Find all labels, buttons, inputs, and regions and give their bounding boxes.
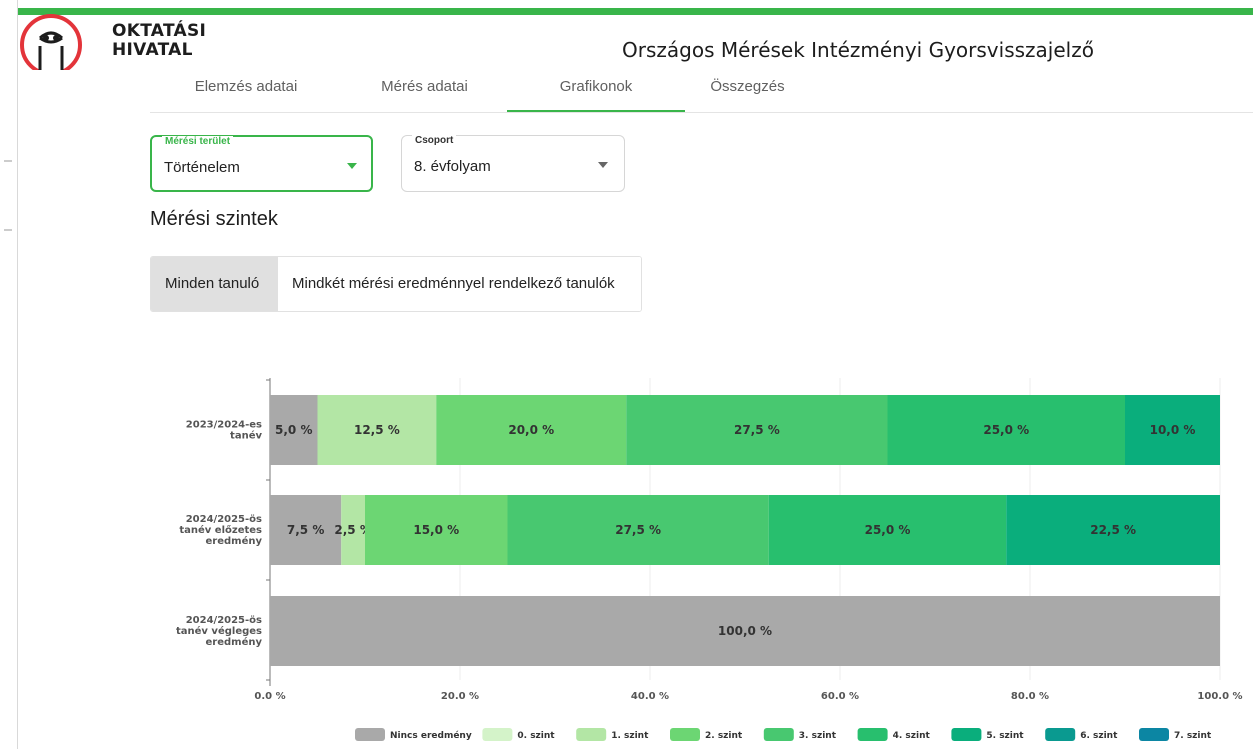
tab-bar: Elemzés adatai Mérés adatai Grafikonok Ö… — [150, 76, 1253, 113]
legend-swatch — [1139, 728, 1169, 741]
legend-swatch — [670, 728, 700, 741]
legend-swatch — [482, 728, 513, 741]
group-select-value: 8. évfolyam — [414, 158, 491, 175]
tab-elemzes-adatai[interactable]: Elemzés adatai — [150, 76, 342, 112]
section-title: Mérési szintek — [150, 208, 278, 230]
left-gutter — [0, 0, 18, 749]
legend-swatch — [951, 728, 982, 741]
area-select-label: Mérési terület — [162, 136, 234, 147]
data-label: 5,0 % — [275, 423, 312, 437]
category-label: 2024/2025-ös — [186, 615, 262, 626]
data-label: 100,0 % — [718, 624, 772, 638]
category-label: 2023/2024-es — [186, 420, 262, 431]
data-label: 27,5 % — [734, 423, 780, 437]
category-label: eredmény — [206, 636, 263, 648]
data-label: 25,0 % — [983, 423, 1029, 437]
data-label: 20,0 % — [508, 423, 554, 437]
data-label: 7,5 % — [287, 523, 324, 537]
tab-osszegzes[interactable]: Összegzés — [685, 76, 810, 112]
data-label: 12,5 % — [354, 423, 400, 437]
legend-label: 5. szint — [986, 731, 1024, 741]
tab-grafikonok[interactable]: Grafikonok — [507, 76, 685, 112]
legend-label: 0. szint — [517, 731, 555, 741]
area-select[interactable]: Mérési terület Történelem — [150, 135, 373, 192]
legend-label: 3. szint — [799, 731, 837, 741]
chevron-down-icon[interactable] — [347, 163, 357, 169]
area-select-value: Történelem — [164, 159, 240, 176]
data-label: 10,0 % — [1150, 423, 1196, 437]
legend-swatch — [355, 728, 385, 741]
legend-label: Nincs eredmény — [390, 730, 472, 741]
legend-label: 4. szint — [893, 731, 931, 741]
logo-text: OKTATÁSI HIVATAL — [112, 22, 206, 60]
group-select-label: Csoport — [412, 135, 457, 146]
logo-line-2: HIVATAL — [112, 40, 193, 60]
x-tick-label: 80.0 % — [1011, 691, 1049, 702]
gutter-mark — [4, 160, 12, 162]
legend-label: 2. szint — [705, 731, 743, 741]
legend-swatch — [763, 728, 794, 741]
chevron-down-icon[interactable] — [598, 162, 608, 168]
x-tick-label: 100.0 % — [1197, 691, 1242, 702]
toggle-both-results[interactable]: Mindkét mérési eredménnyel rendelkező ta… — [278, 257, 641, 311]
x-tick-label: 40.0 % — [631, 691, 669, 702]
x-tick-label: 0.0 % — [254, 691, 285, 702]
app-title: Országos Mérések Intézményi Gyorsvisszaj… — [622, 38, 1094, 62]
student-filter-toggle: Minden tanuló Mindkét mérési eredménnyel… — [150, 256, 642, 312]
logo-line-1: OKTATÁSI — [112, 21, 207, 41]
legend-swatch — [857, 728, 888, 741]
legend-label: 6. szint — [1080, 731, 1118, 741]
data-label: 27,5 % — [615, 523, 661, 537]
category-label: eredmény — [206, 535, 263, 547]
category-label: tanév előzetes — [179, 524, 262, 536]
tab-meres-adatai[interactable]: Mérés adatai — [342, 76, 507, 112]
owl-logo-icon[interactable] — [18, 12, 88, 82]
category-label: tanév — [230, 430, 262, 442]
legend-label: 1. szint — [611, 731, 649, 741]
data-label: 25,0 % — [865, 523, 911, 537]
gutter-mark — [4, 229, 12, 231]
category-label: 2024/2025-ös — [186, 514, 262, 525]
data-label: 15,0 % — [413, 523, 459, 537]
toggle-all-students[interactable]: Minden tanuló — [151, 257, 278, 311]
legend-swatch — [1045, 728, 1076, 741]
levels-chart: 5,0 % 12,5 % 20,0 % 27,5 % 25,0 % 10,0 % 2023/… — [176, 378, 1243, 741]
data-label: 22,5 % — [1090, 523, 1136, 537]
group-select[interactable]: Csoport 8. évfolyam — [401, 135, 625, 192]
legend-swatch — [576, 728, 607, 741]
top-accent-bar — [18, 8, 1253, 15]
category-label: tanév végleges — [176, 625, 262, 637]
x-tick-label: 20.0 % — [441, 691, 479, 702]
x-tick-label: 60.0 % — [821, 691, 859, 702]
legend-label: 7. szint — [1174, 731, 1212, 741]
